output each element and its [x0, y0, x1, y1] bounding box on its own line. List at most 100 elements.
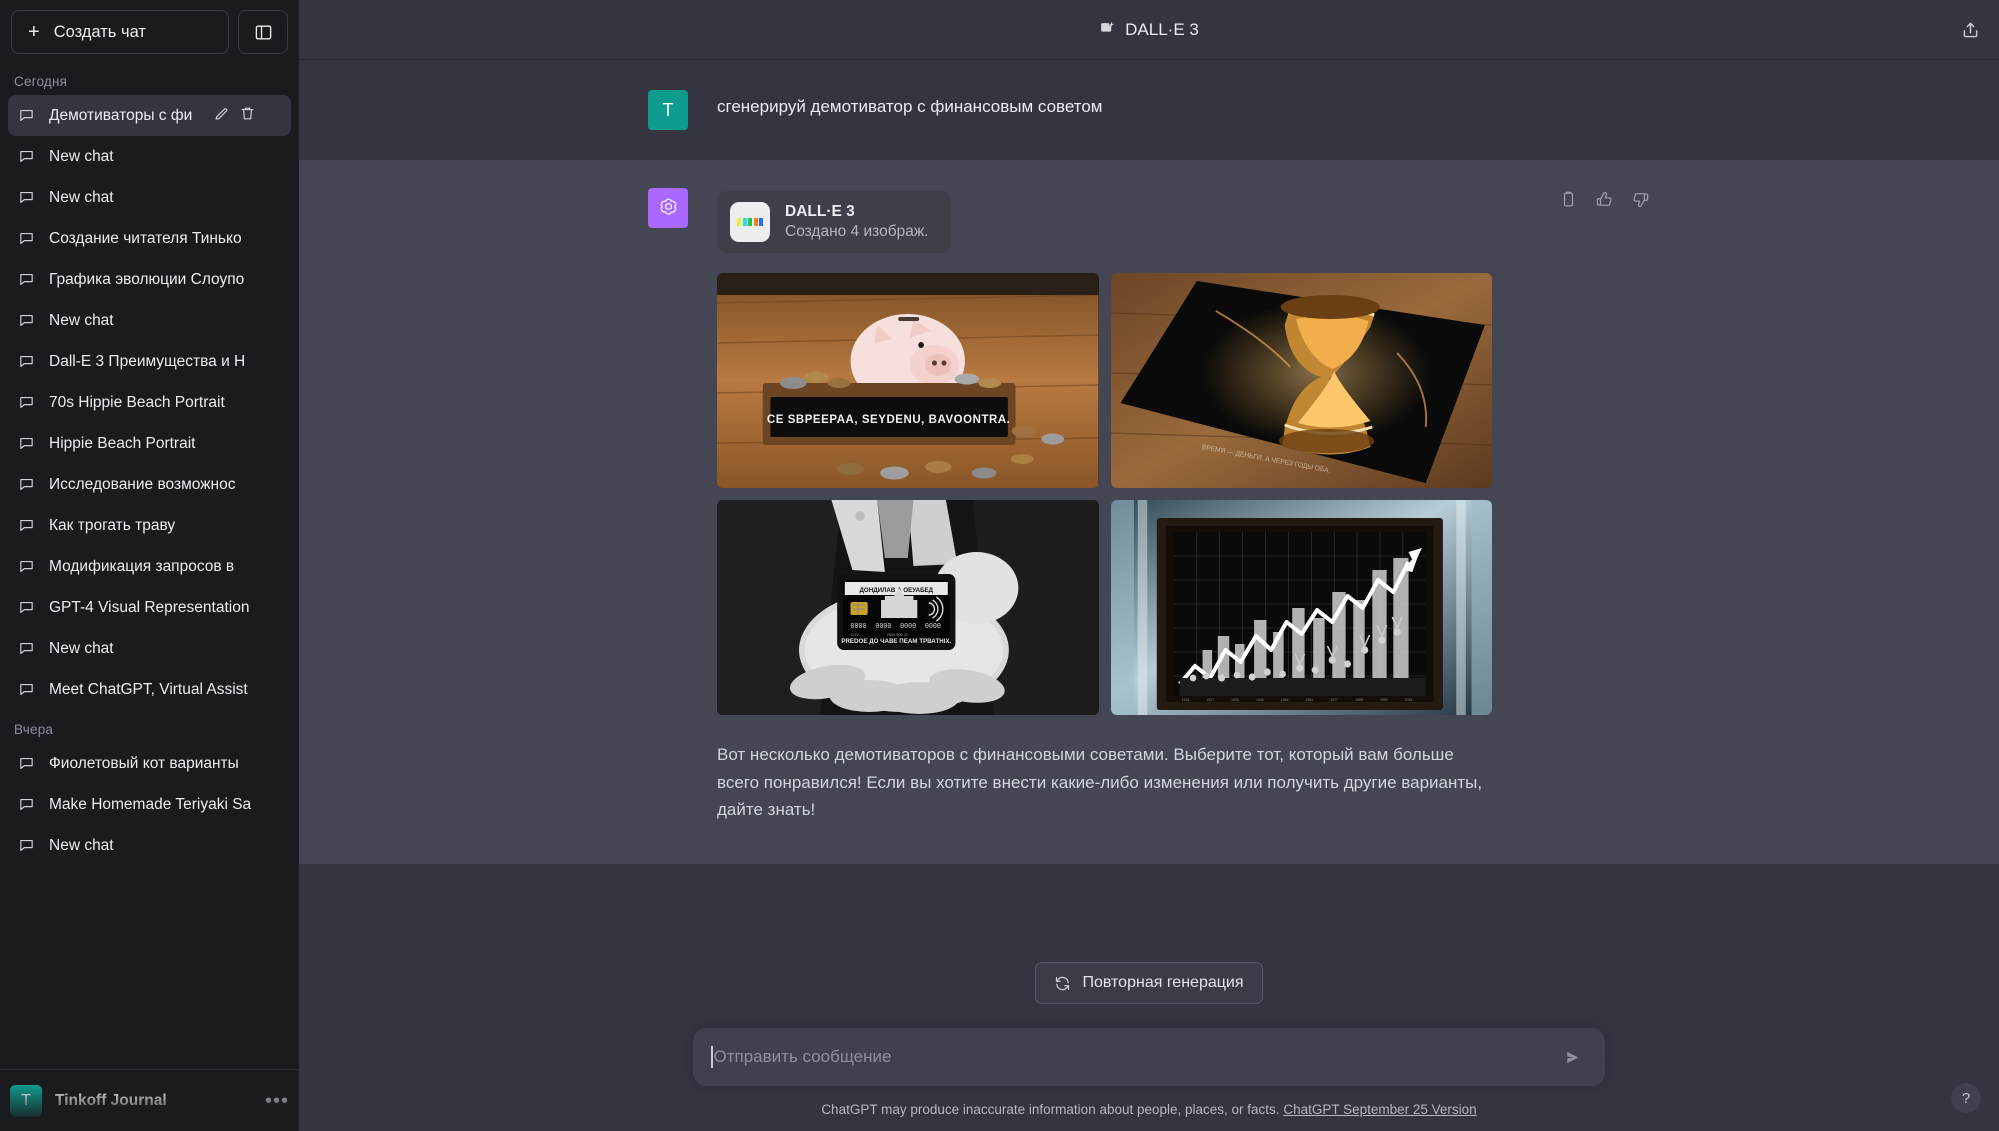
- svg-text:1927: 1927: [1206, 698, 1214, 702]
- svg-text:PREDOE ДО ЧАВЕ ПЕАМ ТРВАТНIX.: PREDOE ДО ЧАВЕ ПЕАМ ТРВАТНIX.: [841, 638, 951, 645]
- chat-history-item-label: Meet ChatGPT, Virtual Assist: [49, 680, 248, 698]
- thumbs-down-icon[interactable]: [1631, 190, 1650, 209]
- chat-history-item[interactable]: GPT-4 Visual Representation: [8, 587, 291, 628]
- delete-chat-button[interactable]: [239, 105, 256, 127]
- sidebar-group-label: Вчера: [14, 722, 54, 737]
- conversation-thread: T сгенерируй демотиватор с финансовым со…: [299, 60, 1999, 948]
- chat-history-item[interactable]: New chat: [8, 628, 291, 669]
- chat-history-item-label: Исследование возможнос: [49, 475, 236, 493]
- chat-history-item[interactable]: 70s Hippie Beach Portrait: [8, 382, 291, 423]
- chat-history-item-label: New chat: [49, 188, 114, 206]
- chat-bubble-icon: [20, 683, 33, 696]
- version-link[interactable]: ChatGPT September 25 Version: [1283, 1102, 1476, 1117]
- chat-history-item[interactable]: Исследование возможнос: [8, 464, 291, 505]
- disclaimer: ChatGPT may produce inaccurate informati…: [299, 1086, 1999, 1131]
- new-chat-button[interactable]: + Создать чат: [11, 10, 229, 54]
- share-button[interactable]: [1960, 19, 1981, 40]
- chat-history-item[interactable]: Meet ChatGPT, Virtual Assist: [8, 669, 291, 710]
- new-chat-label: Создать чат: [53, 22, 146, 41]
- chat-history-item[interactable]: New chat: [8, 136, 291, 177]
- chat-history-item[interactable]: New chat: [8, 825, 291, 866]
- model-indicator[interactable]: DALL·E 3: [1099, 20, 1199, 40]
- chat-bubble-icon: [20, 839, 33, 852]
- sidebar-header: + Создать чат: [0, 0, 299, 62]
- chat-history-item[interactable]: Графика эволюции Слоупо: [8, 259, 291, 300]
- dalle-color-bars-icon: [730, 202, 770, 242]
- panel-toggle-button[interactable]: [238, 10, 288, 54]
- copy-icon[interactable]: [1559, 190, 1578, 209]
- svg-text:1988: 1988: [1355, 698, 1363, 702]
- plugin-status: Создано 4 изображ.: [785, 223, 929, 240]
- chat-history-item-label: New chat: [49, 639, 114, 657]
- svg-text:0000: 0000: [851, 623, 867, 631]
- message-input[interactable]: Отправить сообщение: [714, 1047, 1559, 1067]
- message-input-box[interactable]: Отправить сообщение: [693, 1028, 1605, 1086]
- chatgpt-app: + Создать чат Сегодня Демотиваторы с фи Ne…: [0, 0, 1999, 1131]
- chat-bubble-icon: [20, 560, 33, 573]
- chat-bubble-icon: [20, 478, 33, 491]
- plus-icon: +: [28, 21, 40, 43]
- send-arrow-icon: [1567, 1051, 1579, 1063]
- generated-image[interactable]: CE SBPEEPAA, SEYDENU, BAVOONTRA.: [717, 273, 1099, 488]
- color-bar: [742, 218, 747, 226]
- regenerate-button[interactable]: Повторная генерация: [1035, 962, 1263, 1004]
- chat-history-item-label: New chat: [49, 836, 114, 854]
- generated-image[interactable]: ДОНДИЛАВ А ОЕУАБЕД 0000 0000 0000 0000 COV …: [717, 500, 1099, 715]
- user-message: T сгенерируй демотиватор с финансовым со…: [299, 60, 1999, 160]
- chat-history-list[interactable]: Сегодня Демотиваторы с фи New chat New chat…: [0, 62, 299, 1069]
- image-plus-icon: [1101, 22, 1114, 32]
- chat-history-item-label: Hippie Beach Portrait: [49, 434, 196, 452]
- sidebar-group-label: Сегодня: [14, 74, 68, 89]
- svg-text:1956: 1956: [1280, 698, 1288, 702]
- chat-history-item[interactable]: Создание читателя Тинько: [8, 218, 291, 259]
- chat-history-item[interactable]: Make Homemade Teriyaki Sa: [8, 784, 291, 825]
- chat-bubble-icon: [20, 355, 33, 368]
- color-bar: [748, 218, 752, 226]
- chat-bubble-icon: [20, 642, 33, 655]
- send-button[interactable]: [1558, 1043, 1587, 1072]
- svg-text:7600 500 JO: 7600 500 JO: [887, 632, 909, 637]
- account-row[interactable]: T Tinkoff Journal •••: [0, 1069, 299, 1131]
- chat-history-item-label: Make Homemade Teriyaki Sa: [49, 795, 252, 813]
- sidebar: + Создать чат Сегодня Демотиваторы с фи Ne…: [0, 0, 299, 1131]
- generated-image[interactable]: ВРЕМЯ — ДЕНЬГИ, А ЧЕРЕЗ ГОДЫ ОБА.: [1110, 273, 1492, 488]
- svg-text:1936: 1936: [1231, 698, 1239, 702]
- chat-history-item-label: Демотиваторы с фи: [49, 106, 193, 124]
- svg-text:CE SBPEEPAA, SEYDENU, BAVOONTR: CE SBPEEPAA, SEYDENU, BAVOONTRA.: [767, 413, 1011, 426]
- svg-text:0000: 0000: [900, 623, 916, 631]
- chat-bubble-icon: [20, 757, 33, 770]
- chat-history-item[interactable]: Модификация запросов в: [8, 546, 291, 587]
- chat-history-item-label: Dall-E 3 Преимущества и Н: [49, 352, 246, 370]
- chat-history-item[interactable]: Фиолетовый кот варианты: [8, 743, 291, 784]
- chat-history-item-label: New chat: [49, 147, 114, 165]
- chat-history-item[interactable]: New chat: [8, 177, 291, 218]
- edit-icon: [215, 107, 228, 119]
- account-menu-button[interactable]: •••: [265, 1091, 289, 1111]
- chat-history-item[interactable]: Демотиваторы с фи: [8, 95, 291, 136]
- chat-history-item[interactable]: Dall-E 3 Преимущества и Н: [8, 341, 291, 382]
- generated-image-grid: CE SBPEEPAA, SEYDENU, BAVOONTRA. ВРЕМЯ —…: [717, 273, 1492, 715]
- chat-history-item-label: Модификация запросов в: [49, 557, 235, 575]
- svg-text:0000: 0000: [875, 623, 891, 631]
- avatar: T: [10, 1084, 42, 1117]
- chat-bubble-icon: [20, 273, 33, 286]
- text-caret: [711, 1046, 713, 1068]
- color-bar: [753, 218, 758, 226]
- thumbs-up-icon[interactable]: [1595, 190, 1614, 209]
- color-bar: [737, 218, 741, 226]
- svg-text:2015: 2015: [1404, 698, 1412, 702]
- regenerate-label: Повторная генерация: [1082, 974, 1244, 991]
- share-upload-icon: [1963, 22, 1978, 37]
- plugin-result-card[interactable]: DALL·E 3 Создано 4 изображ.: [717, 191, 951, 253]
- chat-bubble-icon: [20, 396, 33, 409]
- chat-history-item[interactable]: Как трогать траву: [8, 505, 291, 546]
- plugin-name: DALL·E 3: [785, 203, 855, 220]
- chat-history-item[interactable]: New chat: [8, 300, 291, 341]
- chat-bubble-icon: [20, 314, 33, 327]
- chat-history-item[interactable]: Hippie Beach Portrait: [8, 423, 291, 464]
- account-name: Tinkoff Journal: [55, 1091, 167, 1109]
- help-button[interactable]: ?: [1951, 1083, 1981, 1113]
- rename-chat-button[interactable]: [213, 105, 230, 127]
- user-avatar: T: [648, 90, 688, 130]
- generated-image[interactable]: 1913 1927 1936 1945 1956 1964 1977 1988 1999 20…: [1110, 500, 1492, 715]
